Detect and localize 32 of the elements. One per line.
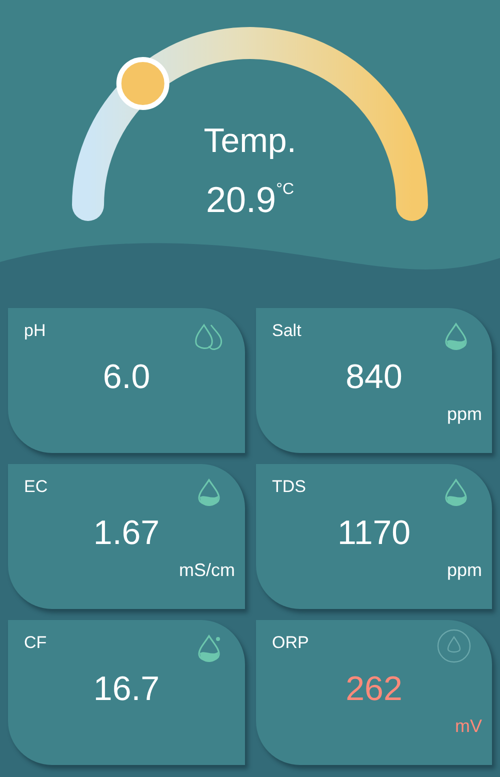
reading-label: Salt — [272, 321, 302, 341]
droplets-icon — [193, 322, 225, 352]
temperature-unit: °C — [276, 181, 294, 199]
gauge-thumb[interactable] — [116, 56, 170, 110]
reading-value: 1170 — [336, 514, 412, 553]
droplet-icon — [197, 634, 221, 664]
reading-unit: ppm — [446, 560, 482, 581]
reading-card[interactable]: CF 16.7 — [8, 620, 245, 765]
reading-card[interactable]: pH 6.0 — [8, 308, 245, 453]
reading-unit: ppm — [446, 404, 482, 425]
droplet-icon — [436, 628, 472, 664]
reading-value: 6.0 — [102, 358, 152, 397]
reading-label: EC — [24, 477, 48, 497]
reading-value: 840 — [344, 358, 404, 397]
temperature-label: Temp. — [204, 122, 296, 161]
reading-value: 1.67 — [92, 514, 161, 553]
droplet-icon — [197, 478, 221, 508]
reading-value: 262 — [344, 670, 404, 709]
reading-unit: mS/cm — [179, 560, 235, 581]
reading-unit: mV — [455, 716, 482, 737]
reading-value: 16.7 — [92, 670, 161, 709]
reading-card[interactable]: Salt 840 ppm — [256, 308, 492, 453]
droplet-icon — [444, 478, 468, 508]
reading-card[interactable]: ORP 262 mV — [256, 620, 492, 765]
reading-card[interactable]: EC 1.67 mS/cm — [8, 464, 245, 609]
temperature-value: 20.9 — [206, 179, 276, 221]
reading-card[interactable]: TDS 1170 ppm — [256, 464, 492, 609]
reading-label: TDS — [272, 477, 306, 497]
reading-label: CF — [24, 633, 47, 653]
reading-label: pH — [24, 321, 46, 341]
reading-label: ORP — [272, 633, 309, 653]
droplet-icon — [444, 322, 468, 352]
